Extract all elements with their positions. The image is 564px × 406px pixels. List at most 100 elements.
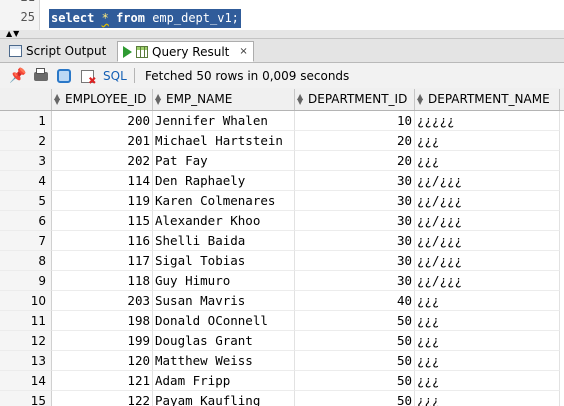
cell-department-id[interactable]: 40: [295, 291, 415, 311]
cell-employee-id[interactable]: 198: [52, 311, 153, 331]
cell-emp-name[interactable]: Shelli Baida: [153, 231, 295, 251]
cell-department-name[interactable]: ¿¿/¿¿¿: [415, 251, 560, 271]
tab-query-result[interactable]: Query Result ×: [117, 41, 254, 62]
cell-department-name[interactable]: ¿¿¿: [415, 291, 560, 311]
cell-employee-id[interactable]: 114: [52, 171, 153, 191]
cell-department-id[interactable]: 50: [295, 331, 415, 351]
cell-employee-id[interactable]: 115: [52, 211, 153, 231]
row-number[interactable]: 12: [0, 331, 52, 351]
table-row[interactable]: 15 122 Payam Kaufling 50 ¿¿¿: [0, 391, 564, 406]
cell-emp-name[interactable]: Payam Kaufling: [153, 391, 295, 406]
cell-employee-id[interactable]: 203: [52, 291, 153, 311]
cell-employee-id[interactable]: 201: [52, 131, 153, 151]
table-row[interactable]: 8 117 Sigal Tobias 30 ¿¿/¿¿¿: [0, 251, 564, 271]
pin-icon[interactable]: 📌: [9, 68, 26, 84]
cell-emp-name[interactable]: Sigal Tobias: [153, 251, 295, 271]
row-number[interactable]: 9: [0, 271, 52, 291]
cell-department-id[interactable]: 30: [295, 231, 415, 251]
table-row[interactable]: 4 114 Den Raphaely 30 ¿¿/¿¿¿: [0, 171, 564, 191]
row-number[interactable]: 14: [0, 371, 52, 391]
collapse-arrows-icon[interactable]: ▲▼: [6, 30, 20, 38]
column-menu-icon[interactable]: ▲ ▼: [297, 93, 304, 106]
clear-grid-icon[interactable]: [79, 68, 97, 87]
table-row[interactable]: 3 202 Pat Fay 20 ¿¿¿: [0, 151, 564, 171]
cell-employee-id[interactable]: 118: [52, 271, 153, 291]
sql-editor[interactable]: 21 25 select * from emp_dept_v1;: [0, 0, 564, 30]
cell-emp-name[interactable]: Alexander Khoo: [153, 211, 295, 231]
cell-employee-id[interactable]: 202: [52, 151, 153, 171]
cell-employee-id[interactable]: 120: [52, 351, 153, 371]
row-number[interactable]: 1: [0, 111, 52, 131]
cell-emp-name[interactable]: Donald OConnell: [153, 311, 295, 331]
print-icon[interactable]: [33, 68, 49, 84]
column-menu-icon[interactable]: ▲ ▼: [54, 93, 61, 106]
cell-emp-name[interactable]: Adam Fripp: [153, 371, 295, 391]
cell-department-id[interactable]: 30: [295, 251, 415, 271]
cell-department-name[interactable]: ¿¿¿: [415, 351, 560, 371]
refresh-icon[interactable]: [56, 68, 72, 84]
row-number[interactable]: 13: [0, 351, 52, 371]
cell-department-id[interactable]: 20: [295, 131, 415, 151]
row-number[interactable]: 10: [0, 291, 52, 311]
row-number[interactable]: 15: [0, 391, 52, 406]
cell-department-id[interactable]: 50: [295, 391, 415, 406]
cell-emp-name[interactable]: Susan Mavris: [153, 291, 295, 311]
table-row[interactable]: 7 116 Shelli Baida 30 ¿¿/¿¿¿: [0, 231, 564, 251]
column-header-employee-id[interactable]: ▲ ▼ EMPLOYEE_ID: [52, 89, 153, 110]
cell-employee-id[interactable]: 122: [52, 391, 153, 406]
selected-code-line[interactable]: select * from emp_dept_v1;: [49, 9, 241, 28]
table-row[interactable]: 12 199 Douglas Grant 50 ¿¿¿: [0, 331, 564, 351]
cell-department-id[interactable]: 20: [295, 151, 415, 171]
row-number[interactable]: 6: [0, 211, 52, 231]
cell-department-name[interactable]: ¿¿¿¿¿: [415, 111, 560, 131]
row-number[interactable]: 7: [0, 231, 52, 251]
table-row[interactable]: 5 119 Karen Colmenares 30 ¿¿/¿¿¿: [0, 191, 564, 211]
sql-button[interactable]: SQL: [103, 69, 127, 83]
cell-department-id[interactable]: 30: [295, 191, 415, 211]
cell-emp-name[interactable]: Matthew Weiss: [153, 351, 295, 371]
cell-department-name[interactable]: ¿¿¿: [415, 391, 560, 406]
cell-department-name[interactable]: ¿¿/¿¿¿: [415, 231, 560, 251]
cell-department-name[interactable]: ¿¿¿: [415, 371, 560, 391]
table-row[interactable]: 6 115 Alexander Khoo 30 ¿¿/¿¿¿: [0, 211, 564, 231]
cell-employee-id[interactable]: 116: [52, 231, 153, 251]
close-icon[interactable]: ×: [239, 46, 247, 57]
table-row[interactable]: 14 121 Adam Fripp 50 ¿¿¿: [0, 371, 564, 391]
tab-script-output[interactable]: Script Output ×: [4, 41, 130, 61]
column-header-emp-name[interactable]: ▲ ▼ EMP_NAME: [153, 89, 295, 110]
cell-department-name[interactable]: ¿¿¿: [415, 331, 560, 351]
cell-department-id[interactable]: 30: [295, 271, 415, 291]
cell-employee-id[interactable]: 119: [52, 191, 153, 211]
table-row[interactable]: 9 118 Guy Himuro 30 ¿¿/¿¿¿: [0, 271, 564, 291]
cell-emp-name[interactable]: Guy Himuro: [153, 271, 295, 291]
cell-employee-id[interactable]: 121: [52, 371, 153, 391]
cell-department-id[interactable]: 30: [295, 211, 415, 231]
cell-emp-name[interactable]: Pat Fay: [153, 151, 295, 171]
row-number[interactable]: 5: [0, 191, 52, 211]
row-number[interactable]: 11: [0, 311, 52, 331]
cell-department-name[interactable]: ¿¿/¿¿¿: [415, 271, 560, 291]
row-number[interactable]: 2: [0, 131, 52, 151]
column-header-department-name[interactable]: ▲ ▼ DEPARTMENT_NAME: [415, 89, 560, 110]
cell-department-id[interactable]: 50: [295, 371, 415, 391]
splitter-bar[interactable]: ▲▼: [0, 30, 564, 39]
table-row[interactable]: 13 120 Matthew Weiss 50 ¿¿¿: [0, 351, 564, 371]
cell-emp-name[interactable]: Den Raphaely: [153, 171, 295, 191]
table-row[interactable]: 11 198 Donald OConnell 50 ¿¿¿: [0, 311, 564, 331]
row-number[interactable]: 3: [0, 151, 52, 171]
cell-employee-id[interactable]: 199: [52, 331, 153, 351]
results-grid[interactable]: ▲ ▼ EMPLOYEE_ID ▲ ▼ EMP_NAME ▲ ▼ DEPARTMENT_ID…: [0, 89, 564, 406]
column-menu-icon[interactable]: ▲ ▼: [155, 93, 162, 106]
cell-emp-name[interactable]: Michael Hartstein: [153, 131, 295, 151]
cell-department-name[interactable]: ¿¿/¿¿¿: [415, 211, 560, 231]
row-number[interactable]: 4: [0, 171, 52, 191]
cell-department-name[interactable]: ¿¿¿: [415, 151, 560, 171]
cell-emp-name[interactable]: Karen Colmenares: [153, 191, 295, 211]
cell-department-name[interactable]: ¿¿¿: [415, 131, 560, 151]
cell-emp-name[interactable]: Douglas Grant: [153, 331, 295, 351]
cell-employee-id[interactable]: 117: [52, 251, 153, 271]
table-row[interactable]: 10 203 Susan Mavris 40 ¿¿¿: [0, 291, 564, 311]
row-number[interactable]: 8: [0, 251, 52, 271]
cell-department-id[interactable]: 50: [295, 311, 415, 331]
column-header-department-id[interactable]: ▲ ▼ DEPARTMENT_ID: [295, 89, 415, 110]
